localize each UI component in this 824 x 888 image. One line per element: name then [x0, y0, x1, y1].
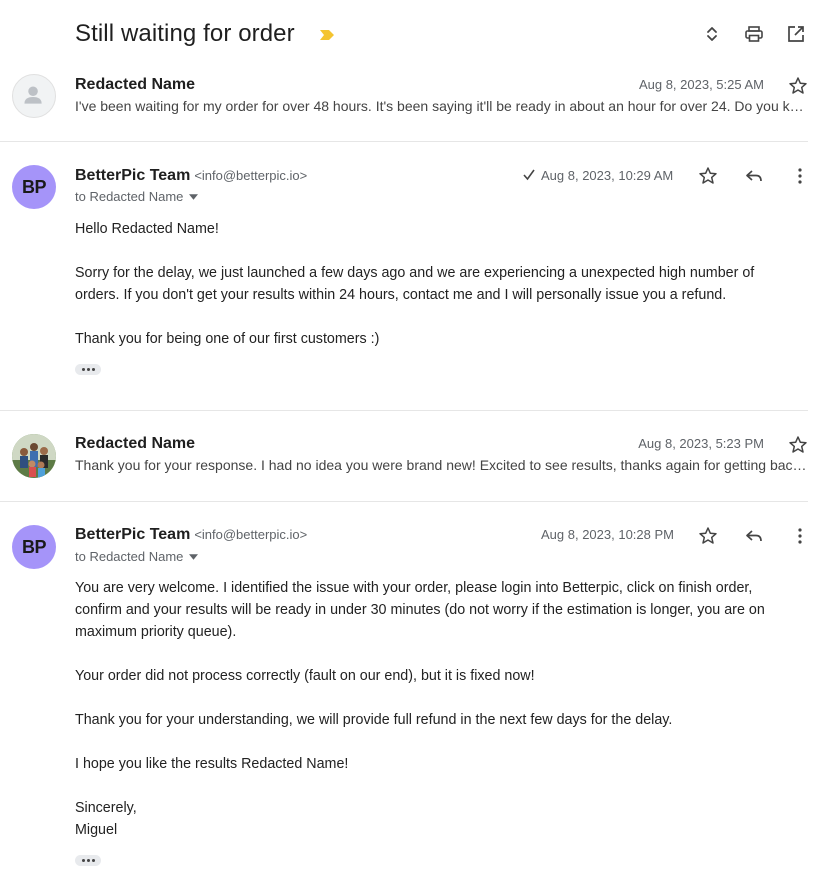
email-subject: Still waiting for order	[75, 20, 295, 47]
unfold-icon[interactable]	[702, 24, 722, 44]
star-icon[interactable]	[698, 526, 718, 546]
open-in-new-icon[interactable]	[786, 24, 806, 44]
body-paragraph: Your order did not process correctly (fa…	[75, 668, 535, 684]
show-trimmed-content-button[interactable]	[75, 855, 101, 866]
show-trimmed-content-button[interactable]	[75, 364, 101, 375]
print-icon[interactable]	[744, 24, 764, 44]
body-paragraph: Sorry for the delay, we just launched a …	[75, 265, 755, 303]
body-paragraph: Thank you for being one of our first cus…	[75, 331, 380, 347]
sent-check-icon	[522, 168, 536, 182]
message-snippet[interactable]: I've been waiting for my order for over …	[75, 98, 810, 114]
avatar[interactable]: BP	[12, 165, 56, 209]
recipient-line[interactable]: to Redacted Name	[75, 549, 199, 564]
sender-name: BetterPic Team <info@betterpic.io>	[75, 526, 307, 544]
divider	[0, 410, 808, 411]
reply-icon[interactable]	[744, 526, 764, 546]
sender-email: <info@betterpic.io>	[194, 527, 308, 542]
sender-name: BetterPic Team <info@betterpic.io>	[75, 167, 307, 185]
body-paragraph: You are very welcome. I identified the i…	[75, 580, 765, 640]
chevron-down-icon[interactable]	[189, 553, 199, 560]
body-paragraph: Hello Redacted Name!	[75, 221, 219, 237]
message-date: Aug 8, 2023, 10:28 PM	[541, 527, 674, 542]
recipient-label: to Redacted Name	[75, 189, 184, 204]
avatar[interactable]: BP	[12, 525, 56, 569]
sender-name: Redacted Name	[75, 435, 196, 452]
avatar[interactable]	[12, 434, 56, 478]
sender-label: BetterPic Team	[75, 526, 191, 543]
message-body: Hello Redacted Name! Sorry for the delay…	[75, 218, 795, 372]
message-date: Aug 8, 2023, 5:25 AM	[638, 77, 764, 92]
avatar[interactable]	[12, 74, 56, 118]
divider	[0, 141, 808, 142]
message-body: You are very welcome. I identified the i…	[75, 577, 795, 841]
star-icon[interactable]	[788, 76, 808, 96]
sender-label: BetterPic Team	[75, 167, 191, 184]
more-vert-icon[interactable]	[790, 526, 810, 546]
label-important-icon[interactable]	[320, 29, 334, 41]
sender-name: Redacted Name	[75, 76, 196, 93]
recipient-line[interactable]: to Redacted Name	[75, 189, 199, 204]
message-date: Aug 8, 2023, 10:29 AM	[541, 168, 674, 183]
signature: Miguel	[75, 822, 118, 838]
star-icon[interactable]	[788, 435, 808, 455]
body-paragraph: Thank you for your understanding, we wil…	[75, 712, 673, 728]
body-paragraph: I hope you like the results Redacted Nam…	[75, 756, 349, 772]
message-date: Aug 8, 2023, 5:23 PM	[638, 436, 764, 451]
chevron-down-icon[interactable]	[189, 193, 199, 200]
recipient-label: to Redacted Name	[75, 549, 184, 564]
star-icon[interactable]	[698, 166, 718, 186]
more-vert-icon[interactable]	[790, 166, 810, 186]
signoff: Sincerely,	[75, 800, 137, 816]
message-snippet[interactable]: Thank you for your response. I had no id…	[75, 457, 810, 473]
divider	[0, 501, 808, 502]
reply-icon[interactable]	[744, 166, 764, 186]
sender-email: <info@betterpic.io>	[194, 168, 308, 183]
